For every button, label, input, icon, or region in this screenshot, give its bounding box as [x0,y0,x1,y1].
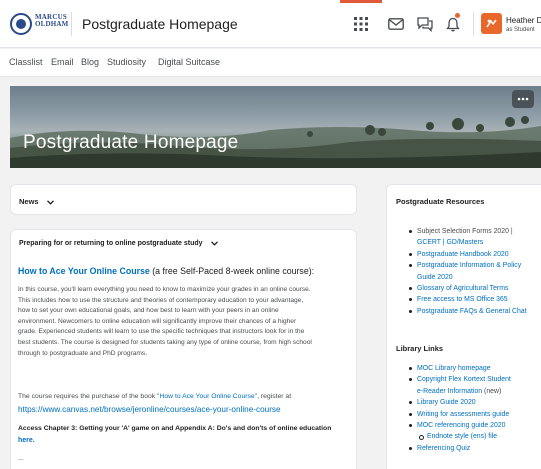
header-divider [71,12,72,36]
description-line: In this course, you'll learn everything … [18,286,311,293]
nav-item-classlist[interactable]: Classlist [9,57,43,67]
library-writing-guide-link[interactable]: Writing for assessments guide [417,411,509,418]
course-info-widget-header[interactable]: Preparing for or returning to online pos… [19,240,218,247]
news-label: News [19,197,39,206]
content-ellipsis: ... [18,455,24,462]
list-item[interactable]: Endnote style (ens) file [417,431,541,442]
list-item: Subject Selection Forms 2020 | [409,226,541,237]
resources-list: Subject Selection Forms 2020 | GCERT | G… [409,226,541,317]
resource-office365-link[interactable]: Free access to MS Office 365 [417,296,508,303]
user-avatar-icon[interactable] [481,13,502,34]
list-item[interactable]: GCERT | GD/Masters [417,237,541,248]
course-banner: Postgraduate Homepage [10,86,541,168]
list-item[interactable]: Free access to MS Office 365 [409,294,541,305]
library-ereader-link[interactable]: e-Reader Information [417,388,482,395]
user-name[interactable]: Heather Davi [506,16,541,25]
list-item[interactable]: Guide 2020 [417,272,541,283]
list-item[interactable]: Postgraduate Handbook 2020 [409,249,541,260]
nav-item-studiosity[interactable]: Studiosity [107,57,146,67]
news-widget [10,184,357,215]
nav-item-digital-suitcase[interactable]: Digital Suitcase [158,57,220,67]
list-item[interactable]: e-Reader Information (new) [417,386,541,397]
course-navbar: Classlist Email Blog Studiosity Digital … [0,49,541,77]
list-item[interactable]: Referencing Quiz [409,443,541,454]
list-item[interactable]: Writing for assessments guide [409,409,541,420]
banner-title: Postgraduate Homepage [23,132,239,153]
resource-policy-guide-link-cont[interactable]: Guide 2020 [417,274,453,281]
resource-glossary-link[interactable]: Glossary of Agricultural Terms [417,285,508,292]
grid-active-indicator [340,0,382,3]
banner-more-button[interactable] [512,90,534,108]
library-list: MOC Library homepage Copyright Flex Kort… [409,363,541,454]
list-item[interactable]: MOC Library homepage [409,363,541,374]
library-quiz-link[interactable]: Referencing Quiz [417,445,470,452]
library-heading: Library Links [396,344,444,353]
logo-emblem-icon [10,13,32,35]
chat-icon[interactable] [415,14,435,34]
logo-wordmark: MARCUS OLDHAM [35,14,68,28]
list-item[interactable]: Glossary of Agricultural Terms [409,283,541,294]
logo-line-2: OLDHAM [35,20,69,28]
description-line: how to set your own educational goals, a… [18,307,279,315]
more-icon [517,97,529,101]
resource-faq-link[interactable]: Postgraduate FAQs & General Chat [417,308,527,315]
bell-icon[interactable] [443,14,463,34]
purchase-note: The course requires the purchase of the … [18,393,291,400]
description-line: This includes how to use the structure a… [18,296,304,304]
description-line: grade. Experienced students will learn t… [18,328,305,336]
grid-icon[interactable] [351,14,371,34]
course-title-link[interactable]: How to Ace Your Online Course [18,266,150,276]
list-item[interactable]: MOC referencing guide 2020 [409,420,541,431]
institution-logo[interactable]: MARCUS OLDHAM [10,11,68,37]
list-item[interactable]: Copyright Flex Kortext Student [409,374,541,385]
site-title[interactable]: Postgraduate Homepage [82,16,238,32]
nav-item-blog[interactable]: Blog [81,57,99,67]
user-role: as Student [506,27,535,33]
book-link[interactable]: "How to Ace Your Online Course" [157,393,257,400]
list-item[interactable]: Postgraduate Information & Policy [409,260,541,271]
chevron-down-icon [210,240,218,246]
banner-landscape-image [10,116,541,168]
course-title-suffix: (a free Self-Paced 8-week online course)… [149,266,315,276]
resource-gcert-link[interactable]: GCERT | GD/Masters [417,239,483,246]
library-homepage-link[interactable]: MOC Library homepage [417,365,491,372]
course-title-line: How to Ace Your Online Course (a free Se… [18,266,314,276]
description-line: through to postgraduate and PhD programs… [18,349,148,357]
library-kortext-link[interactable]: Copyright Flex Kortext Student [417,376,511,383]
course-info-heading: Preparing for or returning to online pos… [19,240,203,247]
library-endnote-link[interactable]: Endnote style (ens) file [427,433,497,440]
list-item[interactable]: Library Guide 2020 [409,397,541,408]
resource-handbook-link[interactable]: Postgraduate Handbook 2020 [417,251,509,258]
access-chapter-text: Access Chapter 3: Getting your 'A' game … [18,425,332,432]
purchase-suffix: , register at [257,393,292,400]
header-divider-right [473,12,474,36]
library-ereader-new-tag: (new) [482,387,502,395]
library-referencing-guide-link[interactable]: MOC referencing guide 2020 [417,422,505,429]
top-bar: MARCUS OLDHAM Postgraduate Homepage Heat… [0,0,541,48]
list-item[interactable]: Postgraduate FAQs & General Chat [409,306,541,317]
purchase-prefix: The course requires the purchase of the … [18,393,158,400]
chevron-down-icon [46,199,54,205]
canvas-course-link[interactable]: https://www.canvas.net/browse/jeronline/… [18,405,281,414]
nav-item-email[interactable]: Email [51,57,74,67]
access-here-link[interactable]: here. [18,437,35,444]
notification-dot [455,13,460,18]
course-description: In this course, you'll learn everything … [18,285,343,359]
resource-policy-guide-link[interactable]: Postgraduate Information & Policy [417,262,521,269]
description-line: best students. The course is designed fo… [18,338,312,346]
resource-subject-forms-label: Subject Selection Forms 2020 | [417,228,513,235]
news-widget-header[interactable]: News [19,197,54,206]
description-line: environment. Newcomers to online educati… [18,317,297,325]
library-guide-link[interactable]: Library Guide 2020 [417,399,476,406]
mail-icon[interactable] [386,14,406,34]
resources-heading: Postgraduate Resources [396,197,485,206]
